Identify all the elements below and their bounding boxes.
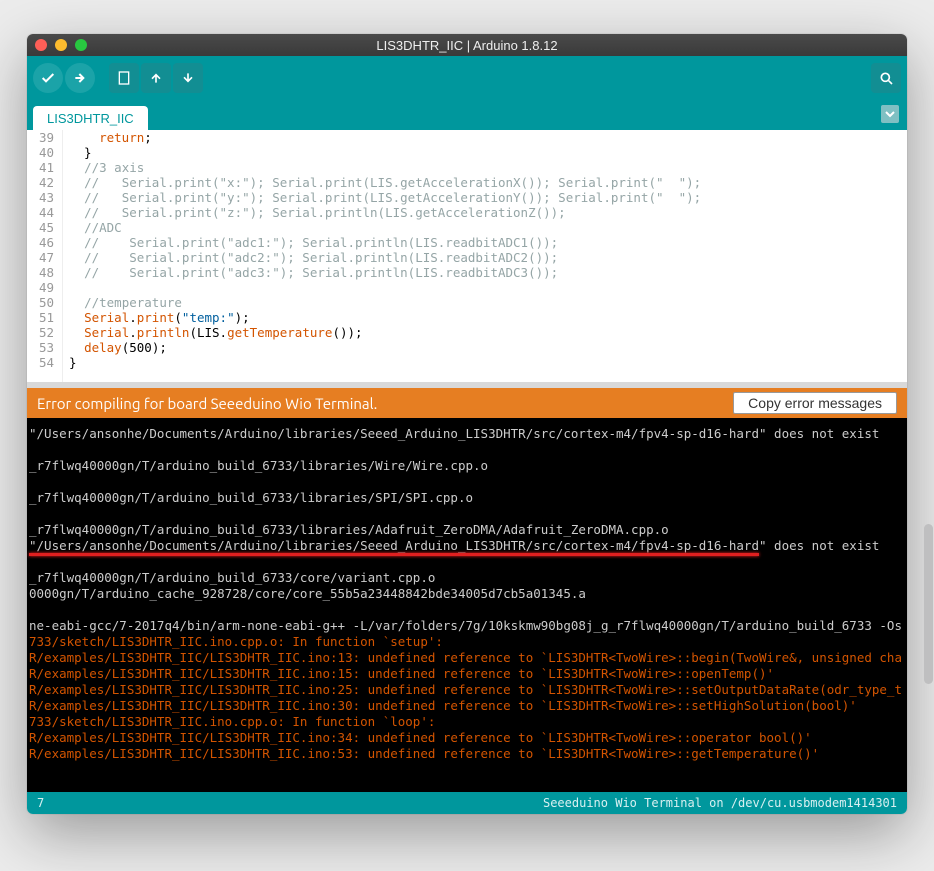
tab-lis3dhtr-iic[interactable]: LIS3DHTR_IIC [33, 106, 148, 130]
footer-right: Seeeduino Wio Terminal on /dev/cu.usbmod… [543, 796, 897, 810]
line-gutter: 39404142434445464748495051525354 [27, 130, 63, 382]
open-button[interactable] [141, 63, 171, 93]
tab-menu-button[interactable] [881, 105, 899, 123]
error-banner: Error compiling for board Seeeduino Wio … [27, 388, 907, 418]
verify-button[interactable] [33, 63, 63, 93]
footer-left: 7 [37, 796, 44, 810]
toolbar [27, 56, 907, 100]
error-underline [29, 553, 759, 556]
tab-bar: LIS3DHTR_IIC [27, 100, 907, 130]
status-footer: 7 Seeeduino Wio Terminal on /dev/cu.usbm… [27, 792, 907, 814]
upload-button[interactable] [65, 63, 95, 93]
zoom-icon[interactable] [75, 39, 87, 51]
serial-monitor-button[interactable] [871, 63, 901, 93]
new-button[interactable] [109, 63, 139, 93]
window-title: LIS3DHTR_IIC | Arduino 1.8.12 [27, 38, 907, 53]
scroll-thumb[interactable] [924, 524, 933, 684]
minimize-icon[interactable] [55, 39, 67, 51]
scrollbar[interactable] [922, 34, 934, 794]
output-console[interactable]: "/Users/ansonhe/Documents/Arduino/librar… [27, 418, 907, 792]
error-text: Error compiling for board Seeeduino Wio … [37, 395, 377, 412]
window-controls [35, 39, 87, 51]
copy-error-button[interactable]: Copy error messages [733, 392, 897, 414]
code-editor[interactable]: 39404142434445464748495051525354 return;… [27, 130, 907, 382]
close-icon[interactable] [35, 39, 47, 51]
titlebar[interactable]: LIS3DHTR_IIC | Arduino 1.8.12 [27, 34, 907, 56]
code-area[interactable]: return; } //3 axis // Serial.print("x:")… [63, 130, 701, 382]
save-button[interactable] [173, 63, 203, 93]
arduino-ide-window: LIS3DHTR_IIC | Arduino 1.8.12 LIS3DHTR_I… [27, 34, 907, 814]
